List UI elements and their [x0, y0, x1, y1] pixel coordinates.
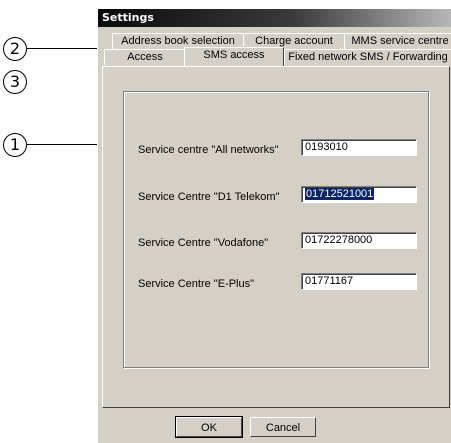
window-title: Settings	[98, 9, 451, 27]
input-service-centre-d1-telekom[interactable]: 01712521001	[301, 186, 417, 203]
callout-line	[27, 144, 99, 145]
sms-access-panel: Service centre "All networks" 0193010 Se…	[102, 66, 450, 408]
label-service-centre-d1-telekom: Service Centre "D1 Telekom"	[138, 191, 280, 203]
label-service-centre-e-plus: Service Centre "E-Plus"	[138, 278, 255, 290]
ok-button[interactable]: OK	[175, 416, 243, 438]
settings-dialog: Settings Address book selection Charge a…	[97, 8, 451, 443]
callout-number: 1	[3, 133, 27, 157]
selected-text: 01712521001	[305, 188, 375, 200]
input-service-centre-e-plus[interactable]: 01771167	[301, 273, 417, 290]
callout-number: 2	[3, 37, 27, 61]
label-service-centre-all-networks: Service centre "All networks"	[138, 144, 279, 156]
service-centre-group	[123, 91, 429, 368]
input-service-centre-all-networks[interactable]: 0193010	[301, 139, 417, 156]
label-service-centre-vodafone: Service Centre "Vodafone"	[138, 237, 269, 249]
tab-sms-access[interactable]: SMS access	[184, 47, 284, 66]
callout-number: 3	[3, 70, 27, 94]
cancel-button[interactable]: Cancel	[250, 417, 316, 437]
tab-mms-service-centre[interactable]: MMS service centre	[344, 33, 451, 49]
callout-line	[27, 48, 99, 49]
tab-fixed-network-sms-forwarding[interactable]: Fixed network SMS / Forwarding	[284, 49, 451, 65]
tab-access[interactable]: Access	[104, 49, 186, 65]
input-service-centre-vodafone[interactable]: 01722278000	[301, 232, 417, 249]
